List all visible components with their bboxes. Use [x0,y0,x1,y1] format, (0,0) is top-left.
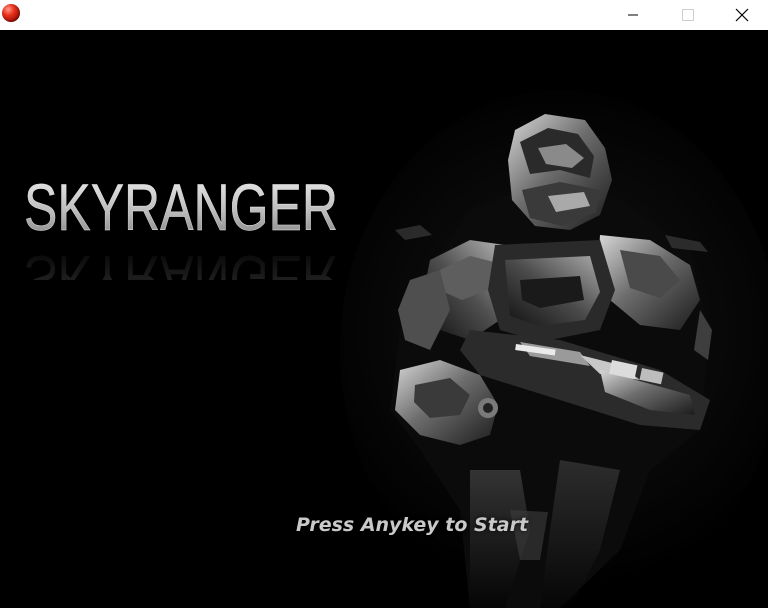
maximize-icon [682,9,694,21]
maximize-button[interactable] [665,0,711,30]
game-viewport[interactable]: SKYRANGER SKYRANGER Press Anykey to Star… [0,30,768,608]
red-sphere-icon[interactable] [2,4,20,22]
skyranger-logo: SKYRANGER SKYRANGER [24,170,338,280]
minimize-button[interactable] [610,0,656,30]
close-icon [735,8,749,22]
close-button[interactable] [719,0,765,30]
press-any-key-prompt: Press Anykey to Start [296,514,529,536]
logo-text: SKYRANGER [24,170,338,244]
title-bar[interactable] [0,0,768,30]
game-window: SKYRANGER SKYRANGER Press Anykey to Star… [0,0,768,608]
minimize-icon [628,14,638,16]
logo-reflection: SKYRANGER [24,242,338,280]
